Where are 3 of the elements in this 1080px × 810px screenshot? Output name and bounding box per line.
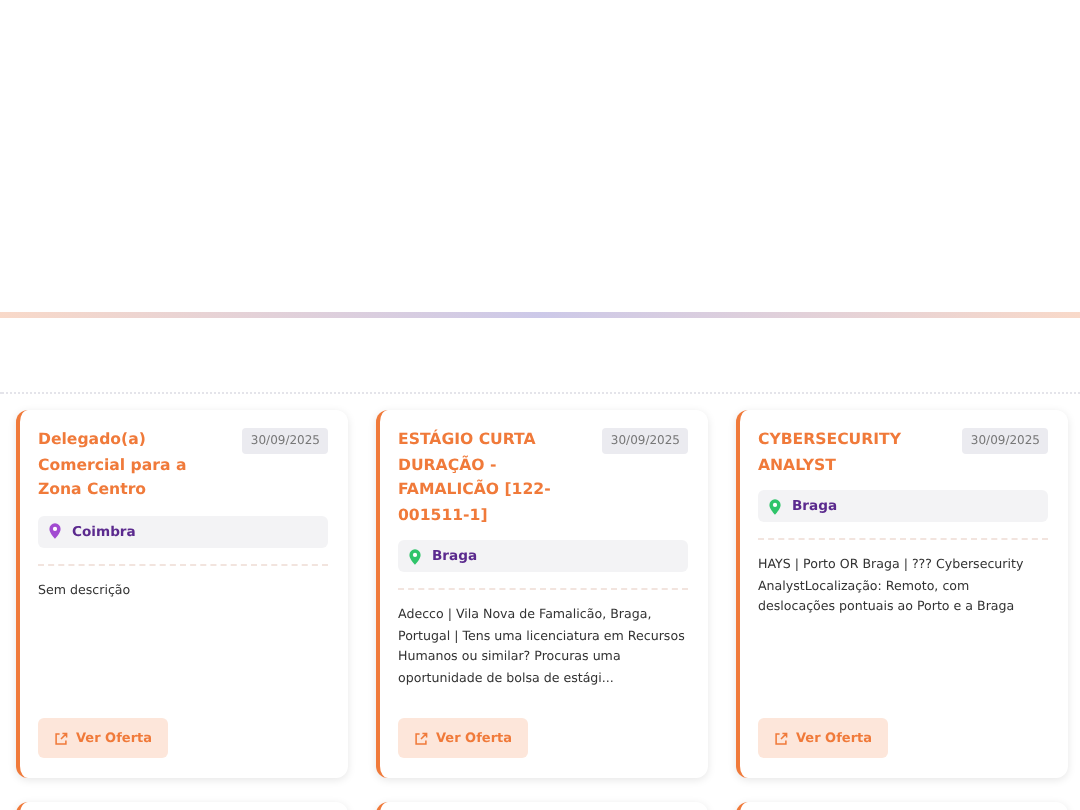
external-link-icon — [774, 731, 788, 745]
external-link-icon — [414, 731, 428, 745]
external-link-icon — [54, 731, 68, 745]
